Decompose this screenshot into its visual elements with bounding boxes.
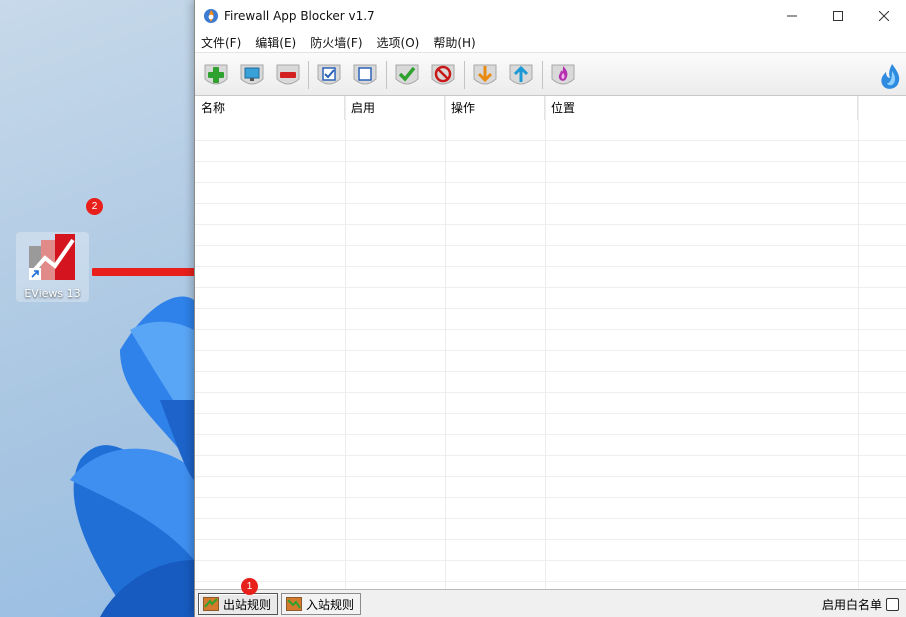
desktop-icon-eviews[interactable]: EViews 13 <box>16 232 89 302</box>
annotation-badge-1: 1 <box>241 578 258 595</box>
table-row <box>195 162 906 183</box>
toolbar-separator <box>464 61 465 89</box>
title-bar[interactable]: Firewall App Blocker v1.7 <box>195 0 906 32</box>
window-title: Firewall App Blocker v1.7 <box>224 9 375 23</box>
toolbar-separator <box>386 61 387 89</box>
table-row <box>195 519 906 540</box>
table-row <box>195 288 906 309</box>
rules-list[interactable]: 名称 启用 操作 位置 <box>195 96 906 589</box>
minimize-button[interactable] <box>769 0 815 32</box>
column-divider <box>545 96 546 589</box>
monitor-icon[interactable] <box>239 61 265 89</box>
blue-up-arrow-icon[interactable] <box>508 61 534 89</box>
column-header-enabled[interactable]: 启用 <box>345 96 445 120</box>
tab-inbound-label: 入站规则 <box>306 597 355 612</box>
toolbar-separator <box>542 61 543 89</box>
column-header-action[interactable]: 操作 <box>445 96 545 120</box>
red-block-icon[interactable] <box>430 61 456 89</box>
table-row <box>195 393 906 414</box>
menu-bar: 文件(F) 编辑(E) 防火墙(F) 选项(O) 帮助(H) <box>195 32 906 52</box>
annotation-badge-2: 2 <box>86 198 103 215</box>
menu-firewall[interactable]: 防火墙(F) <box>310 34 362 51</box>
toolbar-separator <box>308 61 309 89</box>
empty-box-icon[interactable] <box>352 61 378 89</box>
menu-options[interactable]: 选项(O) <box>377 34 420 51</box>
orange-down-arrow-icon[interactable] <box>472 61 498 89</box>
eviews-icon <box>29 234 75 280</box>
tab-inbound-rules[interactable]: 入站规则 <box>281 593 362 615</box>
maximize-icon <box>833 11 843 21</box>
table-row <box>195 246 906 267</box>
tab-outbound-label: 出站规则 <box>223 597 272 612</box>
toolbar <box>195 52 906 96</box>
inbound-rules-icon <box>286 597 302 611</box>
table-row <box>195 372 906 393</box>
table-row <box>195 183 906 204</box>
column-divider <box>345 96 346 589</box>
table-row <box>195 477 906 498</box>
app-icon <box>204 9 218 23</box>
status-bar: 出站规则 入站规则 启用白名单 <box>195 589 906 617</box>
table-row <box>195 561 906 582</box>
checked-box-icon[interactable] <box>316 61 342 89</box>
desktop-icon-label: EViews 13 <box>24 287 81 300</box>
column-header-location[interactable]: 位置 <box>545 96 858 120</box>
whitelist-checkbox[interactable] <box>886 598 899 611</box>
purple-flame-icon[interactable] <box>550 61 576 89</box>
menu-edit[interactable]: 编辑(E) <box>255 34 296 51</box>
water-drop-logo-icon <box>881 64 900 89</box>
maximize-button[interactable] <box>815 0 861 32</box>
table-row <box>195 498 906 519</box>
whitelist-toggle[interactable]: 启用白名单 <box>822 596 899 613</box>
app-window: Firewall App Blocker v1.7 文件(F) 编辑(E) 防火… <box>194 0 906 617</box>
table-row <box>195 225 906 246</box>
menu-help[interactable]: 帮助(H) <box>433 34 475 51</box>
red-minus-icon[interactable] <box>275 61 301 89</box>
table-row <box>195 204 906 225</box>
table-row <box>195 456 906 477</box>
close-button[interactable] <box>861 0 906 32</box>
whitelist-label: 启用白名单 <box>821 598 882 612</box>
green-plus-icon[interactable] <box>203 61 229 89</box>
table-row <box>195 351 906 372</box>
column-divider <box>445 96 446 589</box>
minimize-icon <box>787 15 797 17</box>
outbound-rules-icon <box>203 597 219 611</box>
column-divider <box>858 96 859 589</box>
table-row <box>195 540 906 561</box>
close-icon <box>879 11 889 21</box>
tab-outbound-rules[interactable]: 出站规则 <box>198 593 279 615</box>
green-check-icon[interactable] <box>394 61 420 89</box>
table-row <box>195 120 906 141</box>
menu-file[interactable]: 文件(F) <box>201 34 241 51</box>
list-header: 名称 启用 操作 位置 <box>195 96 906 120</box>
table-row <box>195 309 906 330</box>
table-row <box>195 267 906 288</box>
column-header-name[interactable]: 名称 <box>195 96 345 120</box>
table-row <box>195 141 906 162</box>
table-row <box>195 330 906 351</box>
table-row <box>195 414 906 435</box>
table-row <box>195 435 906 456</box>
